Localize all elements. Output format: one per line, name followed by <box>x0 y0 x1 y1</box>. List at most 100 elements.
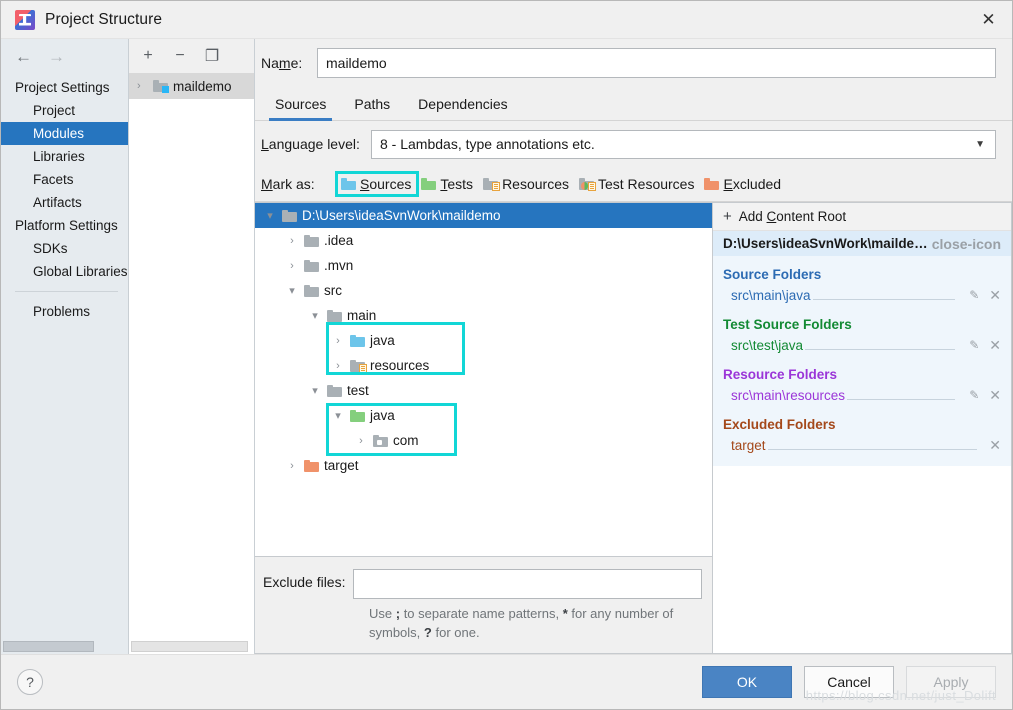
resource-folders-title: Resource Folders <box>723 367 1011 382</box>
tree-row[interactable]: ▾ test <box>255 378 712 403</box>
close-icon[interactable]: ✕ <box>985 437 1005 454</box>
chevron-right-icon[interactable]: › <box>285 235 299 247</box>
apply-button[interactable]: Apply <box>906 666 996 698</box>
add-content-root-label: Add Content Root <box>739 209 846 224</box>
folder-excluded-icon <box>704 178 719 190</box>
resource-folder-entry[interactable]: src\main\resources ✎ ✕ <box>713 384 1011 406</box>
forward-arrow-icon[interactable]: → <box>48 48 65 65</box>
sidebar-nav: ← → <box>1 39 128 73</box>
module-name-row: Name: <box>255 39 1012 87</box>
pencil-icon[interactable]: ✎ <box>963 338 985 352</box>
mark-as-test-resources-label: Test Resources <box>598 176 694 192</box>
sidebar-list: Project Settings Project Modules Librari… <box>1 73 128 654</box>
close-icon[interactable]: ✕ <box>985 387 1005 404</box>
close-icon[interactable]: ✕ <box>965 1 1012 38</box>
add-module-button[interactable]: + <box>139 47 157 65</box>
sidebar-group-project-settings: Project Settings <box>1 76 128 99</box>
mark-as-sources-button[interactable]: Sources <box>337 173 417 195</box>
folder-tests-icon <box>350 410 365 422</box>
hint-question: ? <box>424 625 432 640</box>
modules-panel: + − ❐ › maildemo <box>129 39 255 654</box>
tree-row[interactable]: › target <box>255 453 712 478</box>
sidebar-item-artifacts[interactable]: Artifacts <box>1 191 128 214</box>
mark-as-resources-button[interactable]: Resources <box>479 173 575 195</box>
tree-row[interactable]: › java <box>255 328 712 353</box>
chevron-down-icon[interactable]: ▾ <box>308 384 322 397</box>
mark-as-tests-button[interactable]: Tests <box>417 173 479 195</box>
source-folders-title: Source Folders <box>723 267 1011 282</box>
chevron-down-icon[interactable]: ▾ <box>285 284 299 297</box>
language-level-select[interactable]: 8 - Lambdas, type annotations etc. ▼ <box>371 130 996 159</box>
sidebar-item-global-libraries[interactable]: Global Libraries <box>1 260 128 283</box>
module-tabs: Sources Paths Dependencies <box>255 87 1012 121</box>
exclude-files-section: Exclude files: Use ; to separate name pa… <box>255 556 712 653</box>
sidebar-divider <box>15 291 118 292</box>
chevron-down-icon[interactable]: ▾ <box>308 309 322 322</box>
modules-tree: › maildemo <box>129 73 254 654</box>
ok-button[interactable]: OK <box>702 666 792 698</box>
chevron-right-icon[interactable]: › <box>331 360 345 372</box>
tree-row[interactable]: ▾ D:\Users\ideaSvnWork\maildemo <box>255 203 712 228</box>
tab-dependencies[interactable]: Dependencies <box>404 96 522 120</box>
help-button[interactable]: ? <box>17 669 43 695</box>
folder-gray-icon <box>327 310 342 322</box>
resource-folder-path: src\main\resources <box>731 388 847 403</box>
tree-row-label: test <box>347 383 369 398</box>
chevron-right-icon[interactable]: › <box>137 80 148 92</box>
remove-module-button[interactable]: − <box>171 47 189 65</box>
module-folder-icon <box>153 80 168 92</box>
close-icon[interactable]: ✕ <box>985 287 1005 304</box>
sidebar-hscroll-thumb[interactable] <box>3 641 94 652</box>
dialog-footer: ? https://blog.csdn.net/just_Dolift OK C… <box>1 654 1012 709</box>
chevron-right-icon[interactable]: › <box>285 460 299 472</box>
chevron-right-icon[interactable]: › <box>354 435 368 447</box>
test-source-folder-entry[interactable]: src\test\java ✎ ✕ <box>713 334 1011 356</box>
tree-row-label: com <box>393 433 419 448</box>
exclude-files-input[interactable] <box>353 569 702 599</box>
folder-excluded-icon <box>304 460 319 472</box>
tree-row[interactable]: ▾ main <box>255 303 712 328</box>
pencil-icon[interactable]: ✎ <box>963 288 985 302</box>
sidebar-item-problems[interactable]: Problems <box>1 300 128 323</box>
mark-as-sources-label: Sources <box>360 176 411 192</box>
tree-row[interactable]: ▾ src <box>255 278 712 303</box>
mark-as-excluded-label: Excluded <box>723 176 781 192</box>
tree-row[interactable]: › .idea <box>255 228 712 253</box>
back-arrow-icon[interactable]: ← <box>15 48 32 65</box>
sidebar-hscroll-track[interactable] <box>1 639 128 654</box>
excluded-folder-path: target <box>731 438 768 453</box>
folder-resources-icon <box>350 360 365 372</box>
copy-module-button[interactable]: ❐ <box>203 47 221 65</box>
chevron-right-icon[interactable]: › <box>285 260 299 272</box>
mark-as-test-resources-button[interactable]: Test Resources <box>575 173 700 195</box>
tab-paths[interactable]: Paths <box>340 96 404 120</box>
tab-sources[interactable]: Sources <box>261 96 340 120</box>
sidebar-item-facets[interactable]: Facets <box>1 168 128 191</box>
tree-row[interactable]: › resources <box>255 353 712 378</box>
close-icon[interactable]: close-icon <box>928 236 1005 252</box>
tree-row[interactable]: ▾ java <box>255 403 712 428</box>
chevron-down-icon[interactable]: ▼ <box>975 139 985 150</box>
source-folder-entry[interactable]: src\main\java ✎ ✕ <box>713 284 1011 306</box>
sidebar-item-project[interactable]: Project <box>1 99 128 122</box>
exclude-files-row: Exclude files: <box>263 569 702 599</box>
content-root-path: D:\Users\ideaSvnWork\maildemo <box>723 236 928 251</box>
sidebar-item-libraries[interactable]: Libraries <box>1 145 128 168</box>
excluded-folder-entry[interactable]: target ✕ <box>713 434 1011 456</box>
tree-row[interactable]: › .mvn <box>255 253 712 278</box>
sidebar-item-modules[interactable]: Modules <box>1 122 128 145</box>
chevron-down-icon[interactable]: ▾ <box>331 409 345 422</box>
close-icon[interactable]: ✕ <box>985 337 1005 354</box>
mark-as-excluded-button[interactable]: Excluded <box>700 173 787 195</box>
modules-hscroll-thumb[interactable] <box>131 641 248 652</box>
pencil-icon[interactable]: ✎ <box>963 388 985 402</box>
exclude-files-label: Exclude files: <box>263 569 345 590</box>
chevron-right-icon[interactable]: › <box>331 335 345 347</box>
modules-tree-item-maildemo[interactable]: › maildemo <box>129 73 254 99</box>
add-content-root-button[interactable]: + Add Content Root <box>713 203 1011 231</box>
module-name-input[interactable] <box>317 48 996 78</box>
tree-row[interactable]: › com <box>255 428 712 453</box>
chevron-down-icon[interactable]: ▾ <box>263 209 277 222</box>
cancel-button[interactable]: Cancel <box>804 666 894 698</box>
sidebar-item-sdks[interactable]: SDKs <box>1 237 128 260</box>
